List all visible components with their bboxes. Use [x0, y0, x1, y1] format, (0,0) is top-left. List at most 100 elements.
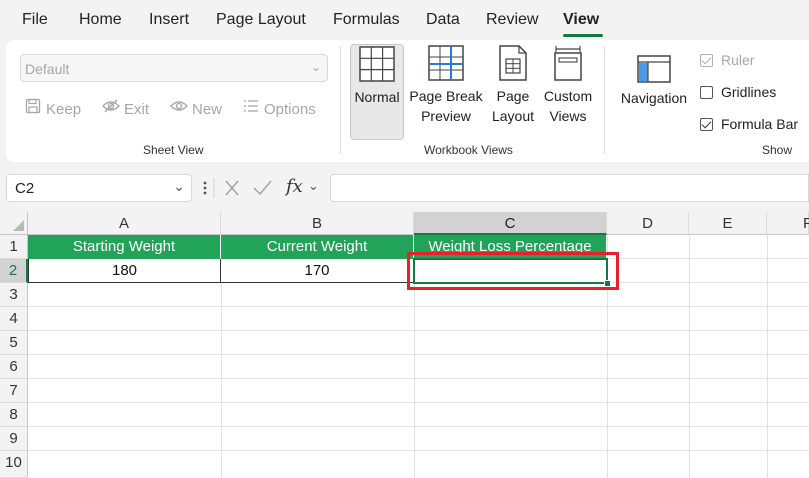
sheet-view-group-label: Sheet View [143, 143, 204, 157]
tab-file[interactable]: File [22, 11, 48, 29]
row-header-4[interactable]: 4 [0, 307, 28, 331]
gridline [28, 354, 809, 355]
normal-view-button[interactable]: Normal [350, 44, 404, 140]
tab-formulas[interactable]: Formulas [333, 11, 400, 29]
options-label: Options [264, 101, 316, 118]
ribbon: Default ⌄ Keep Exit New Options Sheet Vi… [6, 40, 809, 162]
gridline [767, 235, 768, 478]
normal-label: Normal [354, 89, 400, 105]
custom-views-label-2: Views [549, 108, 587, 124]
page-break-preview-button[interactable]: Page Break Preview [408, 44, 484, 126]
menu-bar: File Home Insert Page Layout Formulas Da… [0, 0, 809, 40]
column-header-e[interactable]: E [689, 212, 767, 235]
tab-insert[interactable]: Insert [149, 11, 189, 29]
ruler-label: Ruler [721, 52, 755, 68]
name-box-value: C2 [15, 180, 35, 197]
formula-bar-label: Formula Bar [721, 116, 799, 132]
show-group-label: Show [762, 143, 793, 157]
custom-views-label-1: Custom [543, 88, 593, 104]
tab-data[interactable]: Data [426, 11, 460, 29]
gridline [28, 378, 809, 379]
column-header-f[interactable]: F [767, 212, 809, 235]
list-icon [242, 98, 260, 118]
gridlines-checkbox[interactable]: Gridlines [700, 84, 776, 100]
chevron-down-icon[interactable]: ⌄ [308, 178, 319, 194]
keep-button[interactable]: Keep [24, 98, 81, 118]
chevron-down-icon: ⌄ [173, 178, 185, 194]
group-separator [340, 46, 341, 154]
navigation-label: Navigation [620, 90, 688, 106]
select-all-corner[interactable] [0, 212, 28, 235]
normal-view-icon [359, 46, 395, 82]
row-header-2[interactable]: 2 [0, 259, 28, 283]
exit-button[interactable]: Exit [102, 98, 149, 118]
checkbox-checked-icon [700, 118, 713, 131]
navigation-icon [637, 55, 671, 83]
gridline [28, 402, 809, 403]
tab-view[interactable]: View [563, 11, 599, 29]
column-header-d[interactable]: D [607, 212, 689, 235]
cancel-icon[interactable] [225, 180, 239, 196]
more-options-icon[interactable] [203, 181, 207, 195]
gridlines-label: Gridlines [721, 84, 777, 100]
column-header-a[interactable]: A [28, 212, 221, 235]
page-break-label-1: Page Break [409, 88, 483, 104]
page-break-label-2: Preview [421, 108, 471, 124]
formula-bar-checkbox[interactable]: Formula Bar [700, 116, 798, 132]
name-box[interactable]: C2 ⌄ [6, 174, 192, 202]
active-tab-indicator [563, 34, 603, 37]
new-label: New [192, 101, 223, 118]
chevron-down-icon: ⌄ [310, 60, 321, 74]
page-layout-label-2: Layout [491, 108, 535, 124]
column-header-b[interactable]: B [221, 212, 414, 235]
custom-views-icon [554, 46, 582, 81]
custom-views-button[interactable]: Custom Views [540, 44, 596, 126]
row-header-9[interactable]: 9 [0, 427, 28, 451]
row-header-1[interactable]: 1 [0, 235, 28, 259]
page-layout-label-1: Page [496, 88, 530, 104]
tab-home[interactable]: Home [79, 11, 122, 29]
column-header-c[interactable]: C [414, 212, 607, 235]
tab-review[interactable]: Review [486, 11, 538, 29]
page-break-icon [428, 45, 464, 81]
insert-function-button[interactable]: fx [286, 176, 303, 197]
options-button[interactable]: Options [242, 98, 316, 118]
page-layout-button[interactable]: Page Layout [488, 44, 538, 126]
cell-a1[interactable]: Starting Weight [28, 235, 221, 259]
gridline [607, 258, 809, 259]
worksheet-grid: A B C D E F 1 2 3 4 5 6 7 8 9 10 Startin… [0, 212, 809, 478]
row-header-5[interactable]: 5 [0, 331, 28, 355]
row-header-6[interactable]: 6 [0, 355, 28, 379]
save-icon [24, 98, 42, 118]
enter-check-icon[interactable] [253, 180, 272, 196]
keep-label: Keep [46, 101, 82, 118]
cell-b2[interactable]: 170 [221, 259, 414, 283]
tab-page-layout[interactable]: Page Layout [216, 11, 306, 29]
page-layout-icon [499, 45, 527, 81]
navigation-button[interactable]: Navigation [614, 54, 694, 108]
group-separator [604, 46, 605, 154]
gridline [28, 450, 809, 451]
workbook-views-group-label: Workbook Views [424, 143, 513, 157]
gridline [28, 306, 809, 307]
row-header-7[interactable]: 7 [0, 379, 28, 403]
new-button[interactable]: New [170, 98, 222, 118]
eye-off-icon [102, 98, 120, 118]
gridline [28, 426, 809, 427]
gridline [28, 330, 809, 331]
row-header-8[interactable]: 8 [0, 403, 28, 427]
cell-b1[interactable]: Current Weight [221, 235, 414, 259]
row-header-10[interactable]: 10 [0, 451, 28, 478]
sheet-view-select[interactable]: Default ⌄ [20, 54, 328, 82]
formula-input[interactable] [330, 174, 809, 202]
highlight-box [407, 252, 619, 290]
ruler-checkbox[interactable]: Ruler [700, 52, 754, 68]
gridline [689, 235, 690, 478]
row-header-3[interactable]: 3 [0, 283, 28, 307]
sheet-view-select-value: Default [25, 61, 70, 77]
cell-a2[interactable]: 180 [28, 259, 221, 283]
checkbox-unchecked-icon [700, 86, 713, 99]
checkbox-checked-icon [700, 54, 713, 67]
exit-label: Exit [124, 101, 150, 118]
formula-controls: fx ⌄ [198, 174, 326, 202]
